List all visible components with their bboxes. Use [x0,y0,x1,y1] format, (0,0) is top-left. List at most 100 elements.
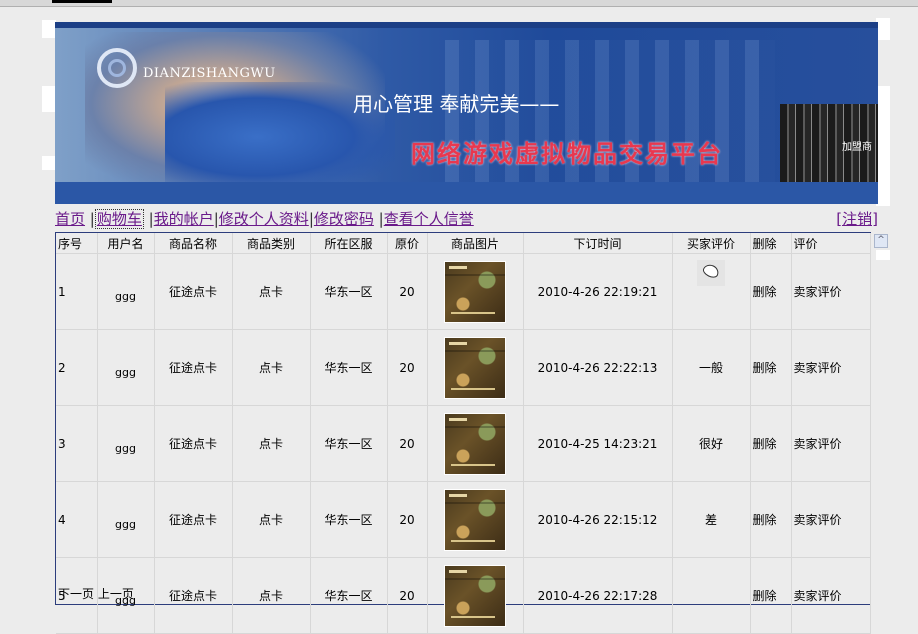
cell-category: 点卡 [232,557,311,634]
cell-image [427,329,524,406]
seller-review-link[interactable]: 卖家评价 [791,329,871,406]
table-header-row: 序号 用户名 商品名称 商品类别 所在区服 原价 商品图片 下订时间 买家评价 … [56,233,871,254]
cell-no: 3 [56,405,98,482]
cell-order-time: 2010-4-26 22:19:21 [523,253,673,330]
cell-order-time: 2010-4-26 22:17:28 [523,557,673,634]
scroll-track-artifact [876,250,890,260]
seller-review-link[interactable]: 卖家评价 [791,557,871,634]
cell-price: 20 [387,253,428,330]
product-thumbnail[interactable] [444,412,506,475]
cell-category: 点卡 [232,405,311,482]
cell-server: 华东一区 [310,329,388,406]
main-nav: 首页 | 购物车 |我的帐户|修改个人资料|修改密码 |查看个人信誉 [注销] [55,208,878,229]
banner-slogan: 用心管理 奉献完美—— [353,92,560,116]
cell-server: 华东一区 [310,253,388,330]
cell-server: 华东一区 [310,405,388,482]
image-artifact [876,86,890,206]
cell-image [427,481,524,558]
pager: 下一页 上一页 [58,585,134,602]
col-header-buyer-rating: 买家评价 [672,233,751,254]
cell-product-name: 征途点卡 [154,253,233,330]
cell-order-time: 2010-4-26 22:22:13 [523,329,673,406]
cell-user: ggg [97,481,155,558]
prev-page-link[interactable]: 上一页 [98,587,134,601]
nav-cart-link[interactable]: 购物车 [94,209,144,229]
nav-logout-link[interactable]: [注销] [836,208,878,229]
col-header-order-time: 下订时间 [523,233,673,254]
image-artifact [42,156,56,170]
cell-price: 20 [387,329,428,406]
cell-user: ggg [97,329,155,406]
site-banner: DIANZISHANGWU 用心管理 奉献完美—— 网络游戏虚拟物品交易平台 加… [55,22,878,204]
cell-server: 华东一区 [310,481,388,558]
cell-product-name: 征途点卡 [154,405,233,482]
seller-review-link[interactable]: 卖家评价 [791,405,871,482]
cell-no: 2 [56,329,98,406]
cell-user: ggg [97,253,155,330]
banner-top-strip [55,22,878,28]
cell-buyer-rating: 一般 [672,329,751,406]
col-header-product-name: 商品名称 [154,233,233,254]
delete-link[interactable]: 删除 [750,557,792,634]
cell-image [427,405,524,482]
banner-subtitle: 网络游戏虚拟物品交易平台 [411,140,723,168]
col-header-user: 用户名 [97,233,155,254]
cell-category: 点卡 [232,329,311,406]
product-thumbnail[interactable] [444,260,506,323]
col-header-review: 评价 [791,233,871,254]
cell-order-time: 2010-4-25 14:23:21 [523,405,673,482]
cell-order-time: 2010-4-26 22:15:12 [523,481,673,558]
cell-image [427,557,524,634]
col-header-server: 所在区服 [310,233,388,254]
seller-review-link[interactable]: 卖家评价 [791,253,871,330]
image-artifact [42,86,56,112]
nav-reputation-link[interactable]: 查看个人信誉 [384,210,474,228]
table-row: 3 ggg 征途点卡 点卡 华东一区 20 2010-4-25 14:23:21… [56,405,871,482]
col-header-delete: 删除 [750,233,792,254]
col-header-price: 原价 [387,233,428,254]
cell-price: 20 [387,481,428,558]
logo-icon [97,48,137,88]
col-header-category: 商品类别 [232,233,311,254]
cell-no: 1 [56,253,98,330]
table-row: 1 ggg 征途点卡 点卡 华东一区 20 2010-4-26 22:19:21… [56,253,871,330]
col-header-image: 商品图片 [427,233,524,254]
table-row: 4 ggg 征途点卡 点卡 华东一区 20 2010-4-26 22:15:12… [56,481,871,558]
cell-buyer-rating: 差 [672,481,751,558]
cell-buyer-rating [672,557,751,634]
delete-link[interactable]: 删除 [750,405,792,482]
product-thumbnail[interactable] [444,564,506,627]
nav-account-link[interactable]: 我的帐户 [154,210,214,228]
cell-price: 20 [387,557,428,634]
table-row: 5 ggg 征途点卡 点卡 华东一区 20 2010-4-26 22:17:28… [56,557,871,634]
seller-review-link[interactable]: 卖家评价 [791,481,871,558]
order-table: 序号 用户名 商品名称 商品类别 所在区服 原价 商品图片 下订时间 买家评价 … [56,233,871,634]
banner-bottom-strip [55,182,878,204]
next-page-link[interactable]: 下一页 [58,587,94,601]
cell-price: 20 [387,405,428,482]
nav-change-password-link[interactable]: 修改密码 [314,210,374,228]
cell-user: ggg [97,405,155,482]
delete-link[interactable]: 删除 [750,329,792,406]
nav-edit-profile-link[interactable]: 修改个人资料 [219,210,309,228]
order-table-panel: 序号 用户名 商品名称 商品类别 所在区服 原价 商品图片 下订时间 买家评价 … [55,232,871,634]
table-row: 2 ggg 征途点卡 点卡 华东一区 20 2010-4-26 22:22:13… [56,329,871,406]
image-artifact [876,18,890,40]
delete-link[interactable]: 删除 [750,253,792,330]
cell-product-name: 征途点卡 [154,481,233,558]
cell-category: 点卡 [232,481,311,558]
nav-home-link[interactable]: 首页 [55,210,85,228]
window-top-border [0,0,918,7]
product-thumbnail[interactable] [444,336,506,399]
product-thumbnail[interactable] [444,488,506,551]
cell-product-name: 征途点卡 [154,329,233,406]
cell-buyer-rating: 很好 [672,405,751,482]
banner-books-label: 加盟商 [842,142,872,153]
delete-link[interactable]: 删除 [750,481,792,558]
cell-product-name: 征途点卡 [154,557,233,634]
cell-no: 4 [56,481,98,558]
cell-category: 点卡 [232,253,311,330]
col-header-no: 序号 [56,233,98,254]
cell-buyer-rating [672,253,751,330]
scroll-up-button[interactable]: ^ [874,234,888,248]
